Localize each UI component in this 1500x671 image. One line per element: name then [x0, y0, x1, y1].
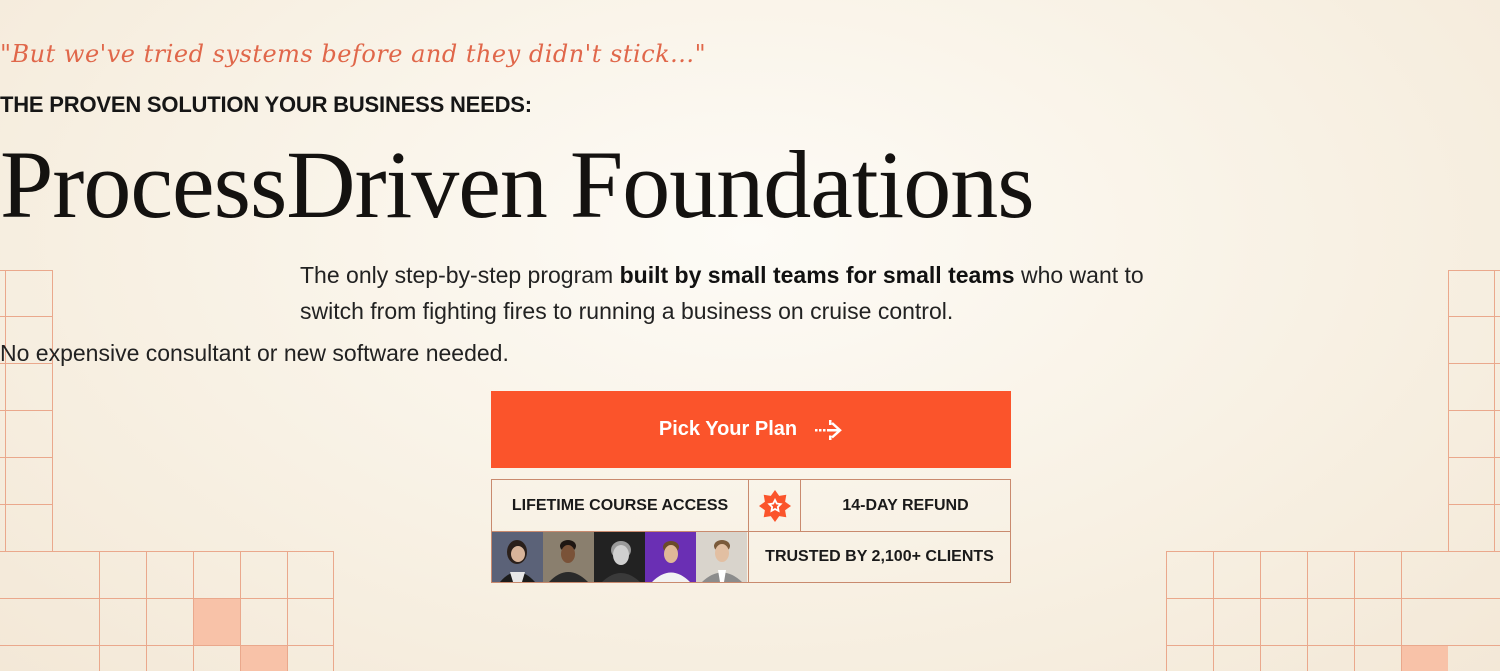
trust-badges: LIFETIME COURSE ACCESS 14-DAY REFUND TRU…: [491, 479, 1011, 583]
client-avatar-1: [492, 532, 543, 582]
description-text-bold: built by small teams for small teams: [619, 262, 1015, 288]
client-avatar-3: [594, 532, 645, 582]
trusted-clients-badge: TRUSTED BY 2,100+ CLIENTS: [765, 548, 994, 565]
eyebrow-heading: THE PROVEN SOLUTION YOUR BUSINESS NEEDS:: [0, 92, 532, 117]
cta-label: Pick Your Plan: [658, 418, 798, 440]
badge-row-top: LIFETIME COURSE ACCESS 14-DAY REFUND: [492, 480, 1010, 532]
description-text-start: The only step-by-step program: [300, 262, 620, 288]
hero-description: The only step-by-step program built by s…: [300, 257, 1200, 329]
grid-decoration-left: [0, 270, 340, 671]
grid-decoration-right: [1166, 270, 1500, 671]
page-title: ProcessDriven Foundations: [0, 131, 1035, 238]
hero-subline: No expensive consultant or new software …: [0, 340, 509, 366]
refund-badge: 14-DAY REFUND: [842, 496, 969, 514]
client-avatar-4: [645, 532, 696, 582]
client-avatar-5: [696, 532, 747, 582]
client-avatar-2: [543, 532, 594, 582]
tagline-quote: "But we've tried systems before and they…: [0, 40, 707, 68]
lifetime-access-badge: LIFETIME COURSE ACCESS: [492, 480, 749, 531]
badge-row-bottom: TRUSTED BY 2,100+ CLIENTS: [492, 532, 1010, 582]
pick-your-plan-button[interactable]: Pick Your Plan: [491, 391, 1011, 468]
client-avatars: [492, 532, 749, 582]
arrow-right-icon: [815, 419, 843, 440]
star-badge-icon: [749, 480, 801, 531]
